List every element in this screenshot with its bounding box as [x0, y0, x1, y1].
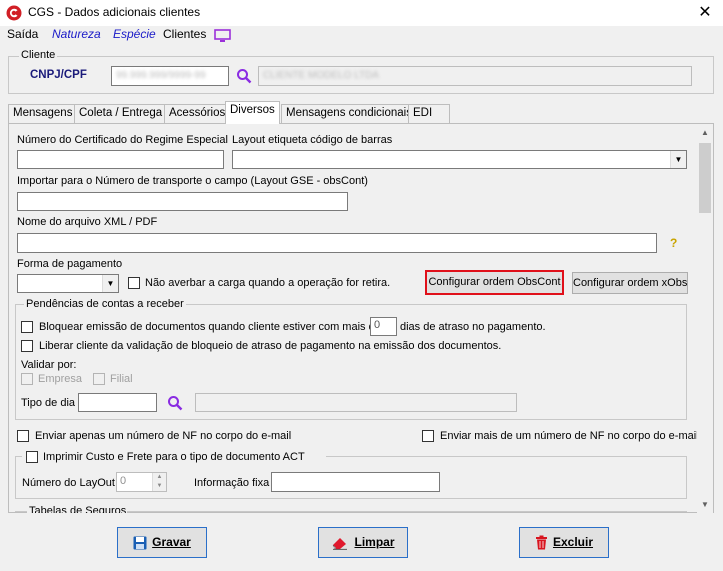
gravar-label: Gravar	[152, 535, 191, 549]
filial-label: Filial	[110, 373, 133, 385]
xml-label: Nome do arquivo XML / PDF	[17, 216, 158, 228]
tab-mensagens[interactable]: Mensagens	[8, 104, 78, 123]
monitor-icon[interactable]	[214, 29, 231, 43]
forma-pagamento-label: Forma de pagamento	[17, 258, 123, 270]
search-icon[interactable]	[167, 395, 183, 411]
floppy-disk-icon	[133, 536, 147, 550]
chevron-down-icon[interactable]: ▼	[670, 151, 686, 168]
gravar-button[interactable]: Gravar	[117, 527, 207, 558]
scroll-up-icon[interactable]: ▲	[697, 125, 713, 141]
tab-coleta-entrega[interactable]: Coleta / Entrega	[74, 104, 168, 123]
tipo-dia-input[interactable]	[78, 393, 157, 412]
tipo-dia-label: Tipo de dia	[21, 397, 76, 409]
help-icon[interactable]: ?	[670, 236, 677, 250]
configurar-xobs-button[interactable]: Configurar ordem xObs	[572, 272, 688, 294]
pendencias-group-label: Pendências de contas a receber	[24, 298, 186, 310]
tab-diversos[interactable]: Diversos	[225, 101, 280, 124]
xml-input[interactable]	[17, 233, 657, 253]
nao-averbar-checkbox[interactable]	[128, 277, 140, 289]
act-label: Imprimir Custo e Frete para o tipo de do…	[43, 451, 305, 463]
cliente-name-field: CLIENTE MODELO LTDA	[258, 66, 692, 86]
cert-input[interactable]	[17, 150, 224, 169]
act-checkbox[interactable]	[26, 451, 38, 463]
nao-averbar-label: Não averbar a carga quando a operação fo…	[145, 277, 391, 289]
search-icon[interactable]	[236, 68, 252, 84]
layout-numero-value: 0	[120, 475, 127, 487]
layout-etiqueta-select[interactable]: ▼	[232, 150, 687, 169]
dias-input[interactable]: 0	[370, 317, 397, 336]
panel-scrollbar[interactable]: ▲ ▼	[697, 125, 713, 513]
trash-icon	[535, 535, 547, 550]
cliente-name-value: CLIENTE MODELO LTDA	[263, 70, 379, 81]
cnpj-input[interactable]: 99.999.999/9999-99	[111, 66, 229, 86]
import-input[interactable]	[17, 192, 348, 211]
enviar-um-checkbox[interactable]	[17, 430, 29, 442]
tipo-dia-description	[195, 393, 517, 412]
cliente-group-label: Cliente	[19, 49, 58, 61]
filial-checkbox[interactable]	[93, 373, 105, 385]
limpar-label: Limpar	[354, 535, 395, 549]
scroll-down-icon[interactable]: ▼	[697, 497, 713, 513]
act-legend: Imprimir Custo e Frete para o tipo de do…	[22, 450, 326, 464]
tabelas-seguros-legend: Tabelas de Seguros	[27, 505, 127, 513]
cert-label: Número do Certificado do Regime Especial	[17, 134, 228, 146]
validar-por-label: Validar por:	[21, 359, 77, 371]
enviar-mais-label: Enviar mais de um número de NF no corpo …	[440, 430, 699, 442]
menu-clientes[interactable]: Clientes	[163, 27, 206, 41]
excluir-label: Excluir	[552, 535, 594, 549]
enviar-um-label: Enviar apenas um número de NF no corpo d…	[35, 430, 292, 442]
layout-numero-label: Número do LayOut	[22, 477, 115, 489]
eraser-icon	[333, 537, 348, 550]
liberar-label: Liberar cliente da validação de bloqueio…	[39, 340, 502, 352]
info-fixa-input[interactable]	[271, 472, 440, 492]
enviar-mais-checkbox[interactable]	[422, 430, 434, 442]
tab-acessorios[interactable]: Acessórios	[164, 104, 231, 123]
import-label: Importar para o Número de transporte o c…	[17, 175, 368, 187]
close-icon[interactable]: ✕	[690, 2, 720, 24]
window-title: CGS - Dados adicionais clientes	[28, 5, 201, 19]
menu-especie[interactable]: Espécie	[113, 27, 156, 41]
layout-etiqueta-label: Layout etiqueta código de barras	[232, 134, 393, 146]
info-fixa-label: Informação fixa	[194, 477, 270, 489]
empresa-label: Empresa	[38, 373, 83, 385]
menu-natureza[interactable]: Natureza	[52, 27, 101, 41]
cnpj-label: CNPJ/CPF	[30, 69, 87, 81]
cnpj-value: 99.999.999/9999-99	[116, 70, 206, 81]
spinner-arrows-icon[interactable]: ▲ ▼	[152, 473, 166, 491]
empresa-checkbox[interactable]	[21, 373, 33, 385]
excluir-button[interactable]: Excluir	[519, 527, 609, 558]
liberar-checkbox[interactable]	[21, 340, 33, 352]
layout-numero-spinner[interactable]: 0 ▲ ▼	[116, 472, 167, 492]
scroll-thumb[interactable]	[699, 143, 711, 213]
bloquear-checkbox[interactable]	[21, 321, 33, 333]
dias-suffix-label: dias de atraso no pagamento.	[400, 321, 546, 333]
forma-pagamento-select[interactable]: ▼	[17, 274, 119, 293]
app-logo-icon	[6, 5, 22, 21]
bloquear-label: Bloquear emissão de documentos quando cl…	[39, 321, 381, 333]
menu-bar: Saída Natureza Espécie Clientes	[0, 26, 723, 46]
title-bar: CGS - Dados adicionais clientes ✕	[0, 0, 723, 26]
chevron-down-icon[interactable]: ▼	[102, 275, 118, 292]
tab-mensagens-condicionais[interactable]: Mensagens condicionais	[281, 104, 417, 123]
menu-saida[interactable]: Saída	[7, 27, 38, 41]
tabelas-seguros-label: Tabelas de Seguros	[27, 505, 127, 513]
tab-edi[interactable]: EDI	[408, 104, 450, 123]
configurar-obscont-button[interactable]: Configurar ordem ObsCont	[425, 270, 564, 295]
limpar-button[interactable]: Limpar	[318, 527, 408, 558]
